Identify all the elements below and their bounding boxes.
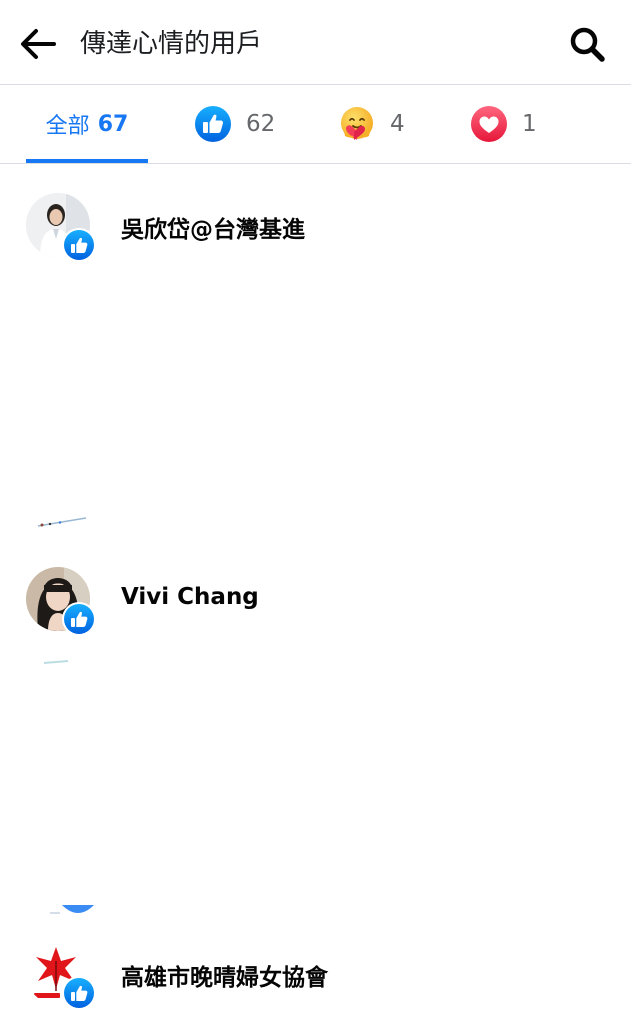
tab-love-count: 1 xyxy=(522,111,537,137)
image-artifact xyxy=(37,517,87,527)
avatar-container[interactable] xyxy=(26,193,98,265)
reactions-screen: 傳達心情的用戶 全部 67 62 4 1 吳欣岱@台灣基進 Vivi Chang… xyxy=(0,0,631,1024)
user-name[interactable]: 吳欣岱@台灣基進 xyxy=(121,210,305,244)
arrow-left-icon xyxy=(21,29,56,59)
user-name[interactable]: Vivi Chang xyxy=(121,584,259,610)
tab-all-label: 全部 xyxy=(45,114,90,139)
top-bar: 傳達心情的用戶 xyxy=(0,0,631,85)
image-artifact xyxy=(43,660,69,664)
tab-all[interactable]: 全部 67 xyxy=(26,85,148,163)
love-icon xyxy=(471,106,507,142)
page-title: 傳達心情的用戶 xyxy=(80,29,263,59)
tab-care[interactable]: 4 xyxy=(338,85,405,163)
tab-like[interactable]: 62 xyxy=(194,85,275,163)
search-button[interactable] xyxy=(565,22,609,66)
partial-like-badge xyxy=(62,165,98,171)
reactor-list[interactable]: 吳欣岱@台灣基進 Vivi Chang 高雄市晚晴婦女協會 xyxy=(0,165,631,1024)
partial-like-badge xyxy=(50,905,94,914)
tab-all-count: 67 xyxy=(97,111,129,137)
reaction-tabs: 全部 67 62 4 1 xyxy=(0,85,631,164)
search-icon xyxy=(570,27,605,62)
user-name[interactable]: 高雄市晚晴婦女協會 xyxy=(121,958,328,992)
like-badge-icon xyxy=(62,228,96,262)
avatar-container[interactable] xyxy=(26,941,98,1013)
back-button[interactable] xyxy=(16,22,60,66)
tab-love[interactable]: 1 xyxy=(470,85,537,163)
like-icon xyxy=(195,106,231,142)
like-badge-icon xyxy=(62,602,96,636)
list-item[interactable]: 吳欣岱@台灣基進 xyxy=(0,193,631,273)
avatar-container[interactable] xyxy=(26,567,98,639)
list-item[interactable]: 高雄市晚晴婦女協會 xyxy=(0,941,631,1021)
tab-like-count: 62 xyxy=(246,111,276,137)
like-badge-icon xyxy=(62,976,96,1010)
list-item[interactable]: Vivi Chang xyxy=(0,567,631,647)
care-icon xyxy=(341,107,373,140)
selected-tab-indicator xyxy=(26,159,148,163)
tab-care-count: 4 xyxy=(390,111,405,137)
